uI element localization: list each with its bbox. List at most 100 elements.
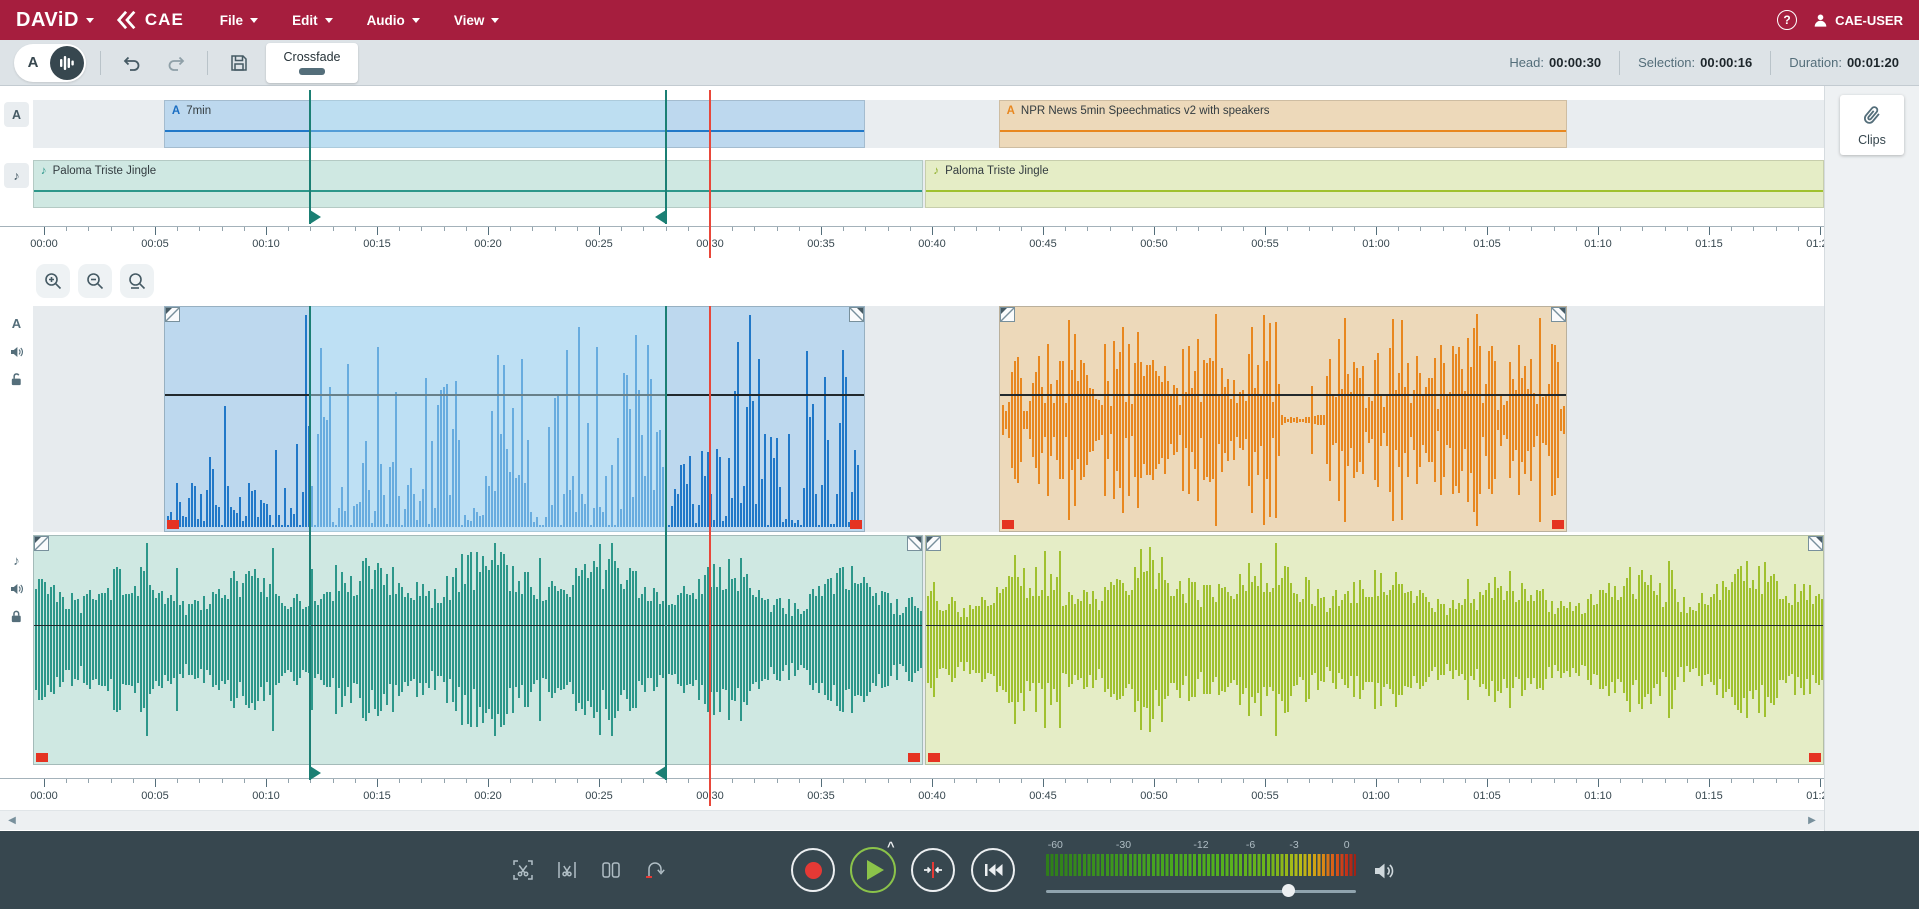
overview-clip-paloma-triste-jingle[interactable]: ♪Paloma Triste Jingle [33,160,923,208]
insert-gap-button[interactable] [598,858,624,884]
play-options-caret[interactable]: ^ [887,839,895,854]
clip-marker-right[interactable] [1809,753,1821,762]
track-a-volume-button[interactable] [7,342,26,361]
fade-in-handle[interactable] [926,536,941,551]
cut-selection-button[interactable] [510,858,536,884]
ruler-tick [288,227,289,231]
ruler-tick [44,227,45,235]
monitor-mute-button[interactable] [1372,859,1396,886]
fade-in-handle[interactable] [165,307,180,322]
clip-marker-right[interactable] [908,753,920,762]
overview-clip-paloma-triste-jingle[interactable]: ♪Paloma Triste Jingle [925,160,1824,208]
clip-paloma-triste-jingle[interactable] [33,535,923,765]
scroll-left-button[interactable]: ◀ [4,814,20,828]
ruler-tick-label: 00:15 [363,790,391,802]
ruler-tick-label: 01:05 [1473,790,1501,802]
clip-paloma-triste-jingle[interactable] [925,535,1824,765]
overview-clip-npr-news-5min-speechmatics-v2-with-speakers[interactable]: ANPR News 5min Speechmatics v2 with spea… [999,100,1567,148]
zoom-fit-button[interactable] [120,264,154,298]
selection-end-marker[interactable] [655,210,666,224]
clip-marker-left[interactable] [1002,520,1014,529]
clip-marker-right[interactable] [850,520,862,529]
volume-knob[interactable] [1282,884,1295,897]
ruler-tick-label: 00:35 [807,790,835,802]
undo-button[interactable] [115,46,149,80]
selection-start-line[interactable] [309,90,311,224]
selection-end-line[interactable] [665,306,667,780]
ruler-tick [1820,779,1821,787]
overview-track-music-badge[interactable]: ♪ [4,163,29,188]
waveform-mode-button[interactable] [50,46,84,80]
ruler-tick [1776,227,1777,231]
overview-track-a-badge[interactable]: A [4,102,29,127]
selection-start-marker[interactable] [310,210,321,224]
track-music-lane[interactable] [0,535,1824,765]
ruler-tick [932,779,933,787]
clip-marker-left[interactable] [36,753,48,762]
clip-name: Paloma Triste Jingle [945,165,1049,177]
redo-button[interactable] [159,46,193,80]
help-button[interactable]: ? [1777,10,1797,30]
clip-volume-line[interactable] [34,625,922,627]
ruler-tick [222,227,223,231]
overview-ruler[interactable]: 00:0000:0500:1000:1500:2000:2500:3000:35… [0,226,1824,258]
david-logo-menu[interactable]: DAViD [16,9,94,32]
horizontal-scrollbar[interactable]: ◀ ▶ [0,810,1824,830]
clip-marker-left[interactable] [928,753,940,762]
menu-view[interactable]: View [454,13,500,28]
selection-end-line[interactable] [665,90,667,224]
play-from-playhead-button[interactable] [911,848,955,892]
user-menu[interactable]: CAE-USER [1813,13,1903,28]
clip-volume-line[interactable] [1000,394,1566,396]
zoom-in-button[interactable] [36,264,70,298]
fade-out-handle[interactable] [1808,536,1823,551]
trim-selection-button[interactable] [554,858,580,884]
ruler-tick [888,227,889,231]
volume-track[interactable] [1046,890,1356,893]
volume-slider[interactable] [1046,884,1356,898]
ruler-tick [1221,227,1222,231]
clip-marker-left[interactable] [167,520,179,529]
fade-out-handle[interactable] [907,536,922,551]
selection-start-marker[interactable] [310,766,321,780]
mode-a-label: A [28,54,39,71]
scroll-right-button[interactable]: ▶ [1804,814,1820,828]
save-button[interactable] [222,46,256,80]
ruler-tick [488,779,489,787]
track-a-unlock-button[interactable] [7,370,26,389]
ripple-undo-button[interactable] [642,858,668,884]
zoom-out-button[interactable] [78,264,112,298]
ruler-tick-label: 00:20 [474,238,502,250]
multitrack-area: A ♪ [0,304,1824,772]
fade-out-handle[interactable] [849,307,864,322]
playhead-overview[interactable] [709,90,711,258]
skip-to-start-button[interactable] [971,848,1015,892]
menu-edit[interactable]: Edit [292,13,333,28]
menu-file[interactable]: File [220,13,258,28]
track-music-volume-button[interactable] [7,579,26,598]
crossfade-button[interactable]: Crossfade [266,43,358,83]
menu-audio[interactable]: Audio [367,13,420,28]
track-music-lock-button[interactable] [7,607,26,626]
fade-in-icon [35,537,48,550]
clip-volume-line[interactable] [165,394,865,396]
fade-in-handle[interactable] [1000,307,1015,322]
clip-npr-news-5min-speechmatics-v2-with-speakers[interactable] [999,306,1567,532]
ruler-tick [88,779,89,783]
selection-start-line[interactable] [309,306,311,780]
clip-volume-line[interactable] [926,625,1823,627]
selection-end-marker[interactable] [655,766,666,780]
overview-clip-7min[interactable]: A7min [164,100,866,148]
clips-panel-button[interactable]: Clips [1840,95,1904,155]
clip-7min[interactable] [164,306,866,532]
ruler-tick [1598,779,1599,787]
main-ruler[interactable]: 00:0000:0500:1000:1500:2000:2500:3000:35… [0,778,1824,808]
fade-in-handle[interactable] [34,536,49,551]
playhead[interactable] [709,306,711,806]
mode-a-button[interactable]: A [16,46,50,80]
clip-marker-right[interactable] [1552,520,1564,529]
track-a-lane[interactable] [0,306,1824,532]
fade-out-handle[interactable] [1551,307,1566,322]
ruler-tick-label: 01:00 [1362,238,1390,250]
record-button[interactable] [791,848,835,892]
